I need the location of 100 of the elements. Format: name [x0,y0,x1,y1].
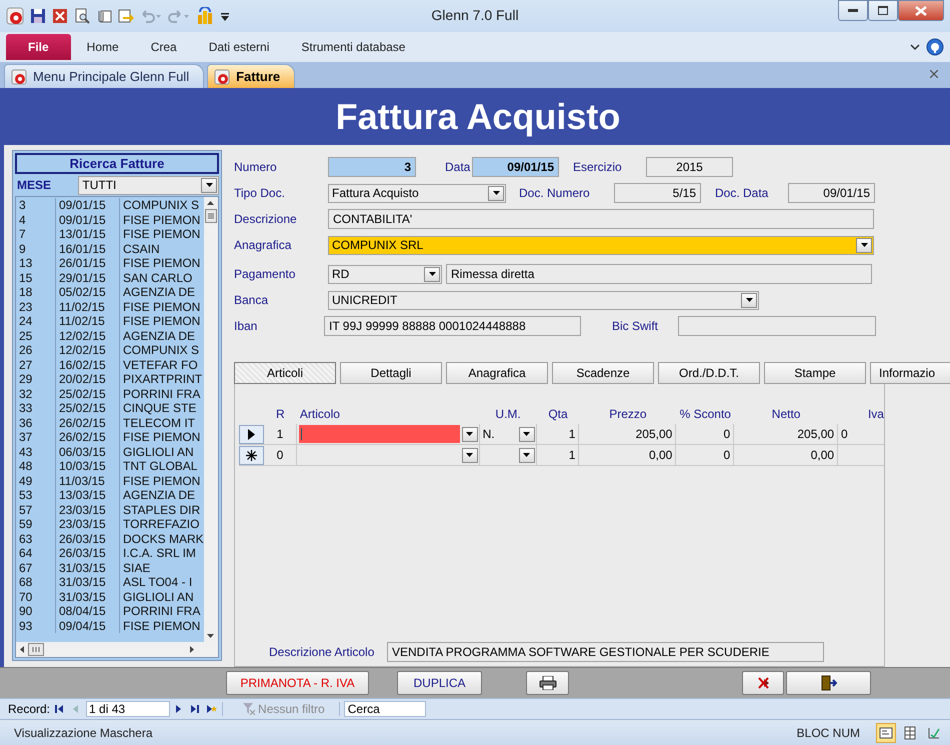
table-cell[interactable]: 20/02/15 [56,372,120,386]
table-cell[interactable]: 48 [16,459,56,474]
table-cell[interactable]: 11/03/15 [56,474,120,488]
table-cell[interactable]: COMPUNIX S [120,343,204,358]
table-cell[interactable]: SIAE [120,560,204,575]
form-tab[interactable]: Ord./D.D.T. [658,362,760,384]
table-cell[interactable]: 08/04/15 [56,604,120,618]
table-cell[interactable]: 12/02/15 [56,328,120,343]
table-cell[interactable]: STAPLES DIR [120,502,204,517]
dropdown-button[interactable] [518,448,535,462]
print-button[interactable] [526,671,569,695]
form-tab[interactable]: Scadenze [552,362,654,384]
table-cell[interactable]: 23/03/15 [56,502,120,517]
unit-dropdown[interactable]: N. [480,424,537,444]
table-cell[interactable]: I.C.A. SRL IM [120,546,204,560]
table-cell[interactable]: 70 [16,590,56,604]
form-tab[interactable]: Anagrafica [446,362,548,384]
text-field[interactable]: Rimessa diretta [446,264,872,284]
table-cell[interactable]: 63 [16,532,56,546]
table-cell[interactable]: PORRINI FRA [120,386,204,401]
file-menu-button[interactable]: File [6,34,71,60]
table-cell[interactable]: 09/04/15 [56,618,120,633]
table-cell[interactable]: 12/02/15 [56,343,120,358]
dropdown-button[interactable] [462,426,478,442]
table-cell[interactable]: GIGLIOLI AN [120,590,204,604]
table-cell[interactable]: 10/03/15 [56,459,120,474]
table-cell[interactable]: FISE PIEMON [120,227,204,242]
chart-icon[interactable] [196,7,214,25]
table-cell[interactable]: TNT GLOBAL [120,459,204,474]
text-field[interactable]: 5/15 [614,183,701,203]
table-cell[interactable]: 36 [16,416,56,430]
new-record-icon[interactable] [206,704,218,714]
save-icon[interactable] [30,8,46,24]
help-icon[interactable] [926,38,944,56]
table-cell[interactable]: 15 [16,270,56,285]
table-cell[interactable]: 9 [16,242,56,256]
table-cell[interactable]: 26/01/15 [56,256,120,270]
form-tab[interactable]: Stampe [764,362,866,384]
scroll-down-icon[interactable] [207,634,214,638]
table-cell[interactable]: 7 [16,227,56,242]
exit-button[interactable] [786,671,871,695]
table-cell[interactable]: DOCKS MARK [120,532,204,546]
table-cell[interactable]: CSAIN [120,242,204,256]
table-cell[interactable]: 25 [16,328,56,343]
table-cell[interactable]: 93 [16,618,56,633]
form-tab[interactable]: Dettagli [340,362,442,384]
table-cell[interactable]: 26/02/15 [56,416,120,430]
text-field[interactable]: CONTABILITA' [328,209,874,229]
table-cell[interactable]: 29 [16,372,56,386]
table-cell[interactable]: 32 [16,386,56,401]
form-view-button[interactable] [876,722,896,742]
table-cell[interactable]: 29/01/15 [56,270,120,285]
table-cell[interactable]: 64 [16,546,56,560]
table-cell[interactable]: ASL TO04 - I [120,575,204,590]
attachment-icon[interactable] [96,8,112,24]
table-cell[interactable]: COMPUNIX S [120,198,204,212]
table-cell[interactable]: CINQUE STE [120,401,204,416]
ribbon-tab[interactable]: Home [70,34,135,60]
scroll-thumb[interactable] [28,643,44,656]
table-cell[interactable]: 53 [16,488,56,502]
table-cell[interactable]: PORRINI FRA [120,604,204,618]
close-icon[interactable] [930,70,938,78]
supplier-dropdown[interactable]: COMPUNIX SRL [328,236,874,254]
table-cell[interactable]: FISE PIEMON [120,474,204,488]
table-cell[interactable]: 33 [16,401,56,416]
table-cell[interactable]: 06/03/15 [56,444,120,459]
table-cell[interactable]: VETEFAR FO [120,358,204,372]
table-cell[interactable]: 16/01/15 [56,242,120,256]
ribbon-tab[interactable]: Strumenti database [285,34,422,60]
table-cell[interactable]: SAN CARLO [120,270,204,285]
dropdown-button[interactable] [741,292,757,308]
maximize-button[interactable] [868,0,898,21]
dropdown-button[interactable] [462,448,478,462]
search-field[interactable]: Cerca [344,701,426,717]
form-tab[interactable]: Articoli [234,362,336,384]
text-field[interactable]: 09/01/15 [788,183,875,203]
minimize-button[interactable] [838,0,868,21]
table-cell[interactable]: 18 [16,285,56,300]
table-cell[interactable]: 31/03/15 [56,590,120,604]
table-cell[interactable]: 13 [16,256,56,270]
table-cell[interactable]: 43 [16,444,56,459]
record-selector[interactable] [239,424,264,444]
table-cell[interactable]: 13/01/15 [56,227,120,242]
form-tab[interactable]: Informazio [870,362,950,384]
document-tab[interactable]: Menu Principale Glenn Full [4,64,204,88]
table-cell[interactable]: 24 [16,314,56,328]
action-button[interactable]: DUPLICA [397,671,482,695]
table-cell[interactable]: 90 [16,604,56,618]
horizontal-scrollbar[interactable] [16,642,218,657]
vertical-scrollbar[interactable] [204,197,218,642]
dropdown-button[interactable] [201,178,217,192]
collapse-ribbon-icon[interactable] [910,43,920,51]
table-cell[interactable]: AGENZIA DE [120,488,204,502]
table-cell[interactable]: 26/03/15 [56,546,120,560]
table-cell[interactable]: 49 [16,474,56,488]
dropdown-button[interactable] [856,238,872,252]
table-cell[interactable]: 13/03/15 [56,488,120,502]
scroll-thumb[interactable] [204,209,217,223]
scroll-left-icon[interactable] [20,646,24,653]
text-field[interactable]: 3 [328,157,416,177]
